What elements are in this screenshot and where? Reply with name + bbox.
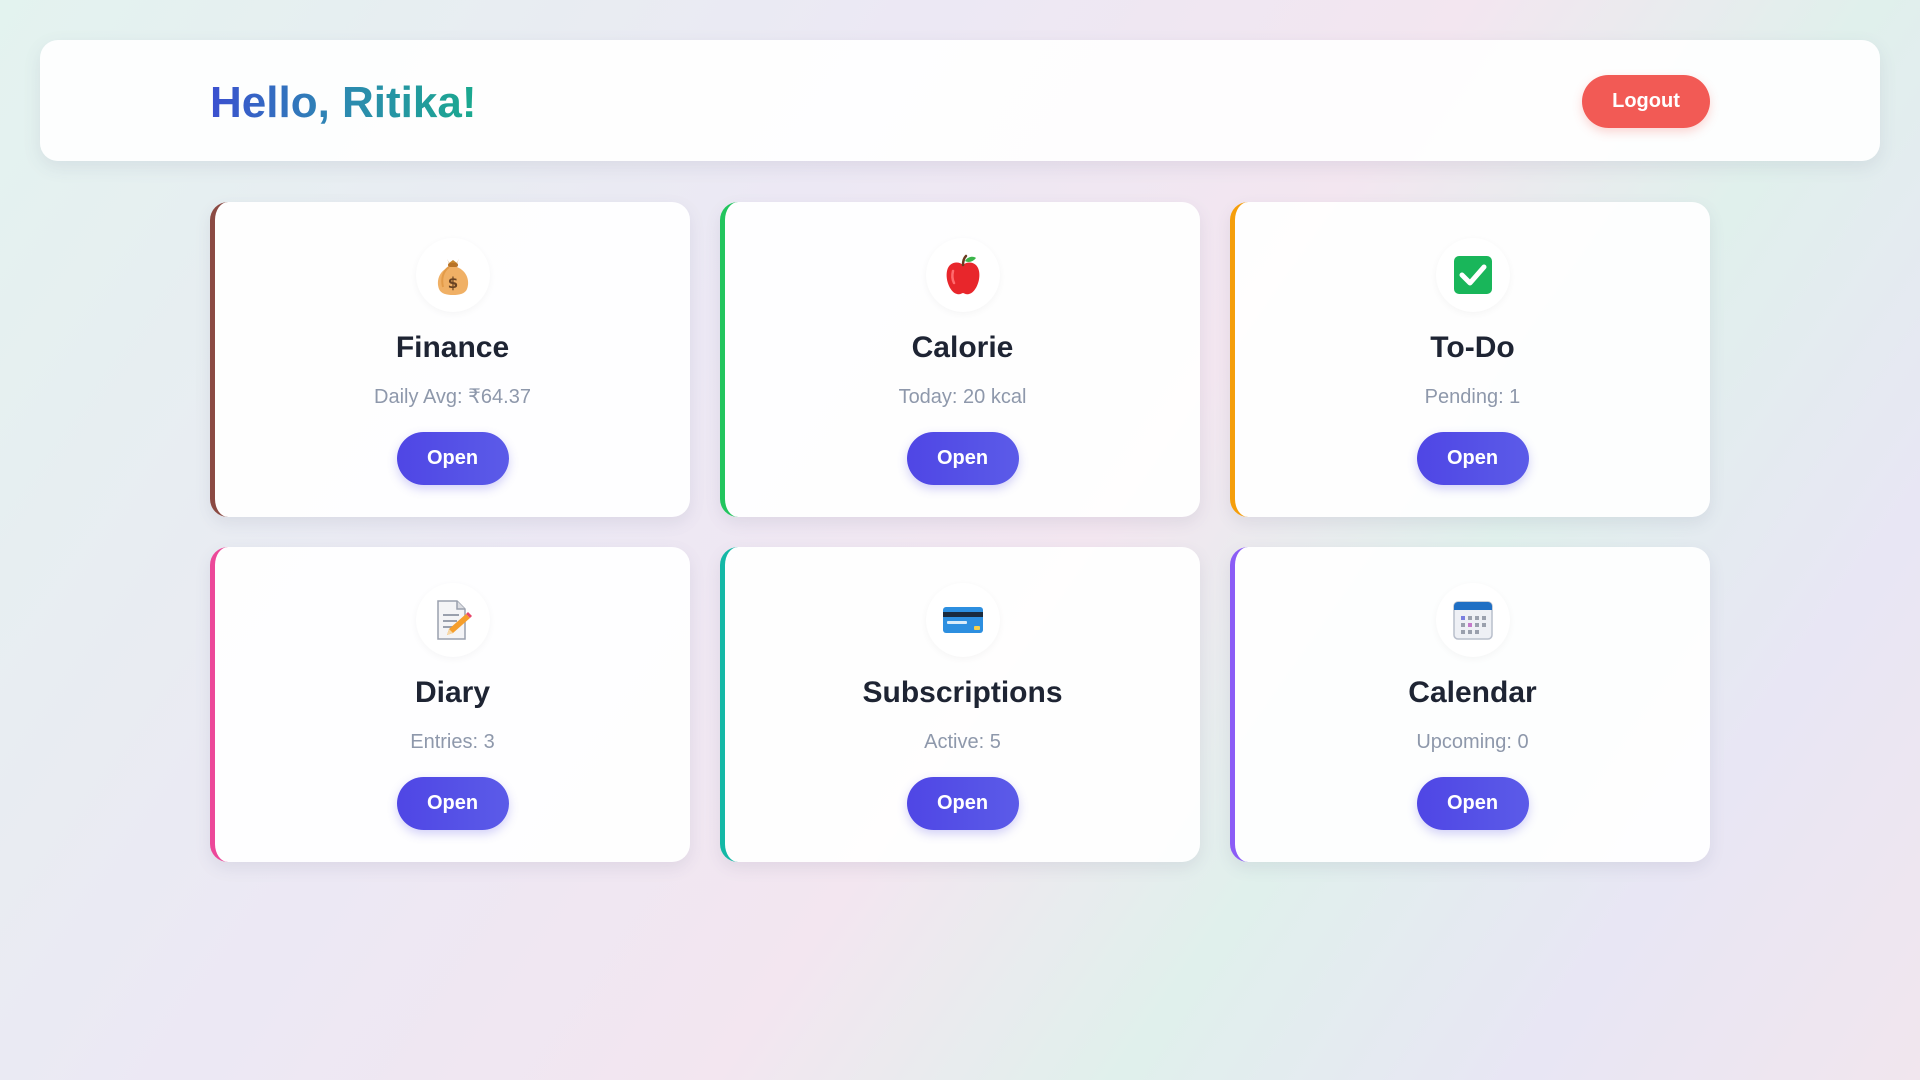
card-diary: Diary Entries: 3 Open: [210, 547, 690, 862]
card-stat: Pending: 1: [1424, 386, 1521, 408]
dashboard-grid: $ Finance Daily Avg: ₹64.37 Open Calorie…: [210, 202, 1710, 862]
open-calendar-button[interactable]: Open: [1416, 777, 1529, 830]
open-subscriptions-button[interactable]: Open: [906, 777, 1019, 830]
card-title: Subscriptions: [862, 676, 1063, 709]
header-bar: Hello, Ritika! Logout: [40, 40, 1880, 161]
card-todo: To-Do Pending: 1 Open: [1230, 202, 1710, 517]
card-subscriptions: Subscriptions Active: 5 Open: [720, 547, 1200, 862]
credit-card-icon: [925, 583, 1000, 657]
card-calorie: Calorie Today: 20 kcal Open: [720, 202, 1200, 517]
open-diary-button[interactable]: Open: [396, 777, 509, 830]
apple-icon: [925, 238, 1000, 312]
card-finance: $ Finance Daily Avg: ₹64.37 Open: [210, 202, 690, 517]
calendar-icon: [1435, 583, 1510, 657]
card-title: Diary: [414, 676, 491, 709]
card-stat: Active: 5: [924, 731, 1001, 753]
card-title: Calorie: [911, 331, 1014, 364]
logout-button[interactable]: Logout: [1582, 75, 1710, 128]
card-calendar: Calendar Upcoming: 0 Open: [1230, 547, 1710, 862]
memo-icon: [415, 583, 490, 657]
card-stat: Upcoming: 0: [1416, 731, 1529, 753]
greeting-title: Hello, Ritika!: [210, 78, 477, 127]
open-finance-button[interactable]: Open: [396, 432, 509, 485]
open-todo-button[interactable]: Open: [1416, 432, 1529, 485]
open-calorie-button[interactable]: Open: [906, 432, 1019, 485]
card-title: Calendar: [1408, 676, 1537, 709]
card-stat: Today: 20 kcal: [898, 386, 1027, 408]
check-box-icon: [1435, 238, 1510, 312]
card-stat: Daily Avg: ₹64.37: [374, 386, 531, 408]
card-title: Finance: [395, 331, 510, 364]
card-title: To-Do: [1430, 331, 1515, 364]
card-stat: Entries: 3: [410, 731, 495, 753]
svg-text:$: $: [447, 274, 457, 292]
money-bag-icon: $: [415, 238, 490, 312]
